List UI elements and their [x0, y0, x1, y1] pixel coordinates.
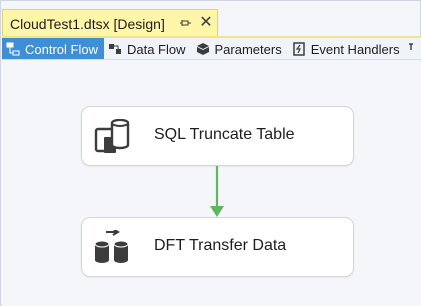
parameters-icon: [196, 42, 210, 56]
control-flow-icon: [6, 42, 20, 56]
task-sql-truncate-table[interactable]: SQL Truncate Table: [81, 106, 354, 166]
tab-parameters-label: Parameters: [214, 41, 282, 57]
execute-sql-task-icon: [94, 118, 132, 155]
document-tab[interactable]: CloudTest1.dtsx [Design] ✕: [2, 9, 218, 37]
event-handlers-icon: [292, 42, 306, 56]
pin-icon[interactable]: [179, 16, 193, 30]
document-tab-title: CloudTest1.dtsx [Design]: [10, 15, 165, 32]
data-flow-task-icon: [94, 228, 132, 266]
tab-control-flow[interactable]: Control Flow: [2, 38, 104, 59]
designer-window: CloudTest1.dtsx [Design] ✕ Control Flow: [0, 0, 421, 306]
tab-control-flow-label: Control Flow: [25, 41, 98, 57]
task-dft-transfer-data[interactable]: DFT Transfer Data: [81, 217, 354, 277]
precedence-constraint-arrow[interactable]: [207, 166, 227, 218]
tab-event-handlers-label: Event Handlers: [310, 41, 400, 57]
control-flow-canvas[interactable]: SQL Truncate Table DFT Transfer Data: [2, 61, 421, 306]
tab-data-flow[interactable]: Data Flow: [104, 38, 192, 59]
designer-tab-strip: Control Flow Data Flow Parameters Event …: [2, 38, 421, 60]
overflow-indicator[interactable]: [406, 38, 414, 59]
tab-parameters[interactable]: Parameters: [192, 38, 288, 59]
data-flow-icon: [108, 42, 122, 56]
tab-event-handlers[interactable]: Event Handlers: [288, 38, 406, 59]
task-label: DFT Transfer Data: [154, 237, 287, 254]
close-icon[interactable]: ✕: [199, 15, 213, 31]
tab-data-flow-label: Data Flow: [126, 41, 186, 57]
task-label: SQL Truncate Table: [154, 126, 295, 143]
